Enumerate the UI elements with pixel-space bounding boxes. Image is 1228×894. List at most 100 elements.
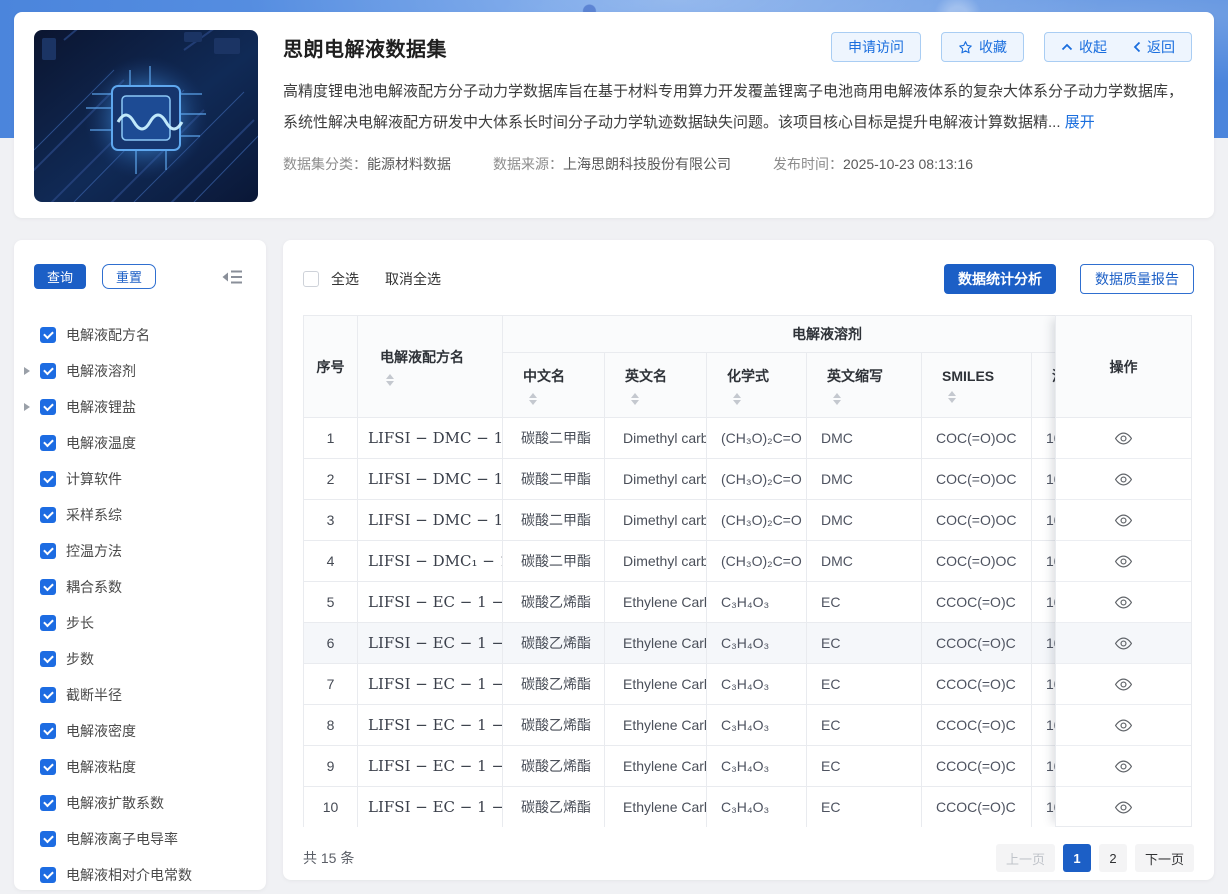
table-row[interactable]: 6LIFSI − EC − 1 − 3碳酸乙烯酯Ethylene Carbona… [304, 623, 1152, 664]
caret-sort-icon[interactable] [529, 393, 537, 405]
filter-item-电解液溶剂[interactable]: 电解液溶剂 [14, 353, 266, 389]
caret-sort-icon[interactable] [948, 391, 956, 403]
query-button[interactable]: 查询 [34, 264, 86, 289]
select-all-checkbox[interactable] [303, 271, 319, 287]
dataset-description: 高精度锂电池电解液配方分子动力学数据库旨在基于材料专用算力开发覆盖锂离子电池商用… [283, 76, 1192, 138]
pagination-total: 共 15 条 [303, 848, 354, 868]
filter-checkbox[interactable] [40, 327, 56, 343]
indent-collapse-icon[interactable] [222, 269, 244, 285]
eye-icon[interactable] [1114, 800, 1133, 815]
eye-icon[interactable] [1114, 636, 1133, 651]
select-all-label[interactable]: 全选 [331, 269, 359, 289]
back-button[interactable]: 返回 [1133, 37, 1175, 57]
cell-no: 9 [304, 746, 358, 787]
filter-checkbox[interactable] [40, 507, 56, 523]
collapse-button[interactable]: 收起 [1061, 37, 1107, 57]
filter-label: 电解液离子电导率 [66, 829, 178, 849]
eye-icon[interactable] [1114, 718, 1133, 733]
page-button-2[interactable]: 2 [1099, 844, 1127, 872]
filter-label: 电解液配方名 [66, 325, 150, 345]
prev-page-button[interactable]: 上一页 [996, 844, 1055, 872]
reset-button[interactable]: 重置 [102, 264, 156, 289]
filter-checkbox[interactable] [40, 687, 56, 703]
column-header-英文缩写[interactable]: 英文缩写 [807, 353, 922, 418]
caret-right-icon[interactable] [24, 403, 40, 411]
column-header-化学式[interactable]: 化学式 [707, 353, 807, 418]
filter-item-步数[interactable]: 步数 [14, 641, 266, 677]
caret-right-icon[interactable] [24, 367, 40, 375]
caret-sort-icon[interactable] [386, 374, 394, 386]
column-header-SMILES[interactable]: SMILES [922, 353, 1032, 418]
filter-item-控温方法[interactable]: 控温方法 [14, 533, 266, 569]
table-row[interactable]: 3LIFSI − DMC − 1 − 5碳酸二甲酯Dimethyl carbon… [304, 500, 1152, 541]
filter-checkbox[interactable] [40, 615, 56, 631]
cell-formula: LIFSI − EC − 1 − 3 [358, 582, 503, 623]
page-button-1[interactable]: 1 [1063, 844, 1091, 872]
column-header-中文名[interactable]: 中文名 [503, 353, 605, 418]
filter-checkbox[interactable] [40, 399, 56, 415]
filter-item-电解液粘度[interactable]: 电解液粘度 [14, 749, 266, 785]
quality-report-button[interactable]: 数据质量报告 [1080, 264, 1194, 294]
filter-item-步长[interactable]: 步长 [14, 605, 266, 641]
caret-sort-icon[interactable] [833, 393, 841, 405]
table-row[interactable]: 2LIFSI − DMC − 1 − 3碳酸二甲酯Dimethyl carbon… [304, 459, 1152, 500]
table-row[interactable]: 8LIFSI − EC − 1 − 10碳酸乙烯酯Ethylene Carbon… [304, 705, 1152, 746]
filter-checkbox[interactable] [40, 363, 56, 379]
favorite-button[interactable]: 收藏 [941, 32, 1024, 62]
filter-label: 电解液密度 [66, 721, 136, 741]
table-row[interactable]: 9LIFSI − EC − 1 − 5碳酸乙烯酯Ethylene Carbona… [304, 746, 1152, 787]
filter-item-耦合系数[interactable]: 耦合系数 [14, 569, 266, 605]
filter-item-电解液锂盐[interactable]: 电解液锂盐 [14, 389, 266, 425]
table-row[interactable]: 1LIFSI − DMC − 1 − 3碳酸二甲酯Dimethyl carbon… [304, 418, 1152, 459]
caret-sort-icon[interactable] [733, 393, 741, 405]
cell-cn: 碳酸二甲酯 [503, 500, 605, 541]
filter-item-电解液配方名[interactable]: 电解液配方名 [14, 317, 266, 353]
table-row[interactable]: 4LIFSI − DMC₁ − 10碳酸二甲酯Dimethyl carbonat… [304, 541, 1152, 582]
expand-link[interactable]: 展开 [1065, 114, 1095, 131]
meta-item: 发布时间：2025-10-23 08:13:16 [773, 154, 973, 174]
cell-smiles: CCOC(=O)C [922, 705, 1032, 746]
filter-checkbox[interactable] [40, 723, 56, 739]
table-row[interactable]: 7LIFSI − EC − 1 − 10碳酸乙烯酯Ethylene Carbon… [304, 664, 1152, 705]
dataset-header-card: 思朗电解液数据集 申请访问 收藏 收起 [14, 12, 1214, 218]
eye-icon[interactable] [1114, 677, 1133, 692]
eye-icon[interactable] [1114, 513, 1133, 528]
filter-checkbox[interactable] [40, 831, 56, 847]
filter-item-截断半径[interactable]: 截断半径 [14, 677, 266, 713]
cell-chem: C₃H₄O₃ [707, 664, 807, 705]
deselect-all-label[interactable]: 取消全选 [385, 269, 441, 289]
table-row[interactable]: 10LIFSI − EC − 1 − 5碳酸乙烯酯Ethylene Carbon… [304, 787, 1152, 828]
eye-icon[interactable] [1114, 431, 1133, 446]
column-header-formula[interactable]: 电解液配方名 [358, 316, 503, 418]
page-title: 思朗电解液数据集 [283, 33, 447, 62]
filter-checkbox[interactable] [40, 867, 56, 883]
cell-abbr: EC [807, 582, 922, 623]
table-row[interactable]: 5LIFSI − EC − 1 − 3碳酸乙烯酯Ethylene Carbona… [304, 582, 1152, 623]
eye-icon[interactable] [1114, 595, 1133, 610]
cell-no: 8 [304, 705, 358, 746]
filter-item-电解液扩散系数[interactable]: 电解液扩散系数 [14, 785, 266, 821]
filter-checkbox[interactable] [40, 579, 56, 595]
cell-smiles: COC(=O)OC [922, 500, 1032, 541]
filter-checkbox[interactable] [40, 543, 56, 559]
apply-access-button[interactable]: 申请访问 [831, 32, 921, 62]
caret-sort-icon[interactable] [631, 393, 639, 405]
eye-icon[interactable] [1114, 554, 1133, 569]
filter-checkbox[interactable] [40, 759, 56, 775]
filter-item-采样系综[interactable]: 采样系综 [14, 497, 266, 533]
column-header-英文名[interactable]: 英文名 [605, 353, 707, 418]
next-page-button[interactable]: 下一页 [1135, 844, 1194, 872]
stats-analysis-button[interactable]: 数据统计分析 [944, 264, 1056, 294]
filter-checkbox[interactable] [40, 471, 56, 487]
eye-icon[interactable] [1114, 472, 1133, 487]
filter-item-计算软件[interactable]: 计算软件 [14, 461, 266, 497]
filter-checkbox[interactable] [40, 795, 56, 811]
filter-checkbox[interactable] [40, 435, 56, 451]
filter-item-电解液密度[interactable]: 电解液密度 [14, 713, 266, 749]
filter-item-电解液相对介电常数[interactable]: 电解液相对介电常数 [14, 857, 266, 893]
cell-formula: LIFSI − EC − 1 − 5 [358, 746, 503, 787]
eye-icon[interactable] [1114, 759, 1133, 774]
filter-checkbox[interactable] [40, 651, 56, 667]
filter-item-电解液温度[interactable]: 电解液温度 [14, 425, 266, 461]
filter-item-电解液离子电导率[interactable]: 电解液离子电导率 [14, 821, 266, 857]
